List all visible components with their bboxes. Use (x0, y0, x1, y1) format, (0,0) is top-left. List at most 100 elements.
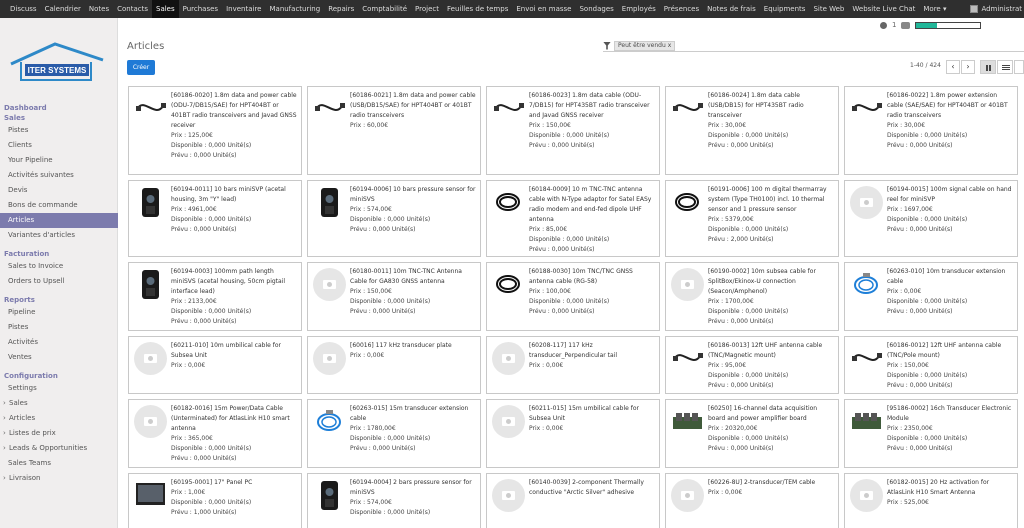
sidebar-item-pistes[interactable]: Pistes (0, 320, 118, 335)
menu-item-comptabilit[interactable]: Comptabilité (358, 0, 411, 18)
product-card[interactable]: [60186-0021] 1.8m data and power cable (… (307, 86, 481, 175)
menu-item-equipments[interactable]: Equipments (760, 0, 810, 18)
product-forecast: Prévu : 0,000 Unité(s) (887, 445, 953, 452)
menu-item-employ-s[interactable]: Employés (618, 0, 660, 18)
sidebar-item-devis[interactable]: Devis (0, 183, 118, 198)
close-icon[interactable]: x (668, 41, 672, 50)
sidebar-item-ventes[interactable]: Ventes (0, 350, 118, 365)
sidebar-item-activit-s[interactable]: Activités (0, 335, 118, 350)
sidebar-item-livraison[interactable]: Livraison (0, 471, 118, 486)
product-price: Prix : 1700,00€ (708, 298, 754, 305)
create-button[interactable]: Créer (127, 60, 155, 75)
menu-item-feuilles-de-temps[interactable]: Feuilles de temps (443, 0, 512, 18)
menu-item-sondages[interactable]: Sondages (575, 0, 617, 18)
product-card[interactable]: [60186-0024] 1.8m data cable (USB/DB15) … (665, 86, 839, 175)
product-card[interactable]: [60194-0011] 10 bars miniSVP (acetal hou… (128, 180, 302, 257)
cable-icon (313, 92, 346, 125)
menu-item-repairs[interactable]: Repairs (324, 0, 358, 18)
pager-next-button[interactable]: › (961, 60, 975, 74)
sidebar-item-sales[interactable]: Sales (0, 396, 118, 411)
company-logo[interactable]: ITER SYSTEMS (7, 40, 107, 85)
product-card[interactable]: [60226-8U] 2-transducer/TEM cable Prix : … (665, 473, 839, 528)
menu-item-notes[interactable]: Notes (85, 0, 113, 18)
search-bar[interactable]: Peut être vendu x (603, 40, 1024, 52)
product-card[interactable]: [60263-015] 15m transducer extension cab… (307, 399, 481, 468)
menu-item-website-live-chat[interactable]: Website Live Chat (848, 0, 919, 18)
sidebar-item-articles[interactable]: Articles (0, 213, 118, 228)
sidebar-item-bons-de-commande[interactable]: Bons de commande (0, 198, 118, 213)
sidebar-item-pistes[interactable]: Pistes (0, 123, 118, 138)
product-card[interactable]: [60186-0013] 12ft UHF antenna cable (TNC… (665, 336, 839, 394)
product-card[interactable]: [60190-0002] 10m subsea cable for SplitB… (665, 262, 839, 331)
pager-prev-button[interactable]: ‹ (946, 60, 960, 74)
sidebar-item-orders-to-upsell[interactable]: Orders to Upsell (0, 274, 118, 289)
product-card[interactable]: [60186-0022] 1.8m power extension cable … (844, 86, 1018, 175)
menu-item-manufacturing[interactable]: Manufacturing (265, 0, 324, 18)
product-card[interactable]: [60194-0003] 100mm path length miniSVS (… (128, 262, 302, 331)
more-view-button[interactable] (1014, 60, 1024, 74)
sidebar-item-sales-teams[interactable]: Sales Teams (0, 456, 118, 471)
menu-item-discuss[interactable]: Discuss (6, 0, 41, 18)
sidebar-item-pipeline[interactable]: Pipeline (0, 305, 118, 320)
sidebar-item-leads-opportunities[interactable]: Leads & Opportunities (0, 441, 118, 456)
product-card[interactable]: [60250] 16-channel data acquisition boar… (665, 399, 839, 468)
product-card[interactable]: [60184-0009] 10 m TNC-TNC antenna cable … (486, 180, 660, 257)
menu-item-envoi-en-masse[interactable]: Envoi en masse (512, 0, 575, 18)
product-card[interactable]: [60140-0039] 2-component Thermally condu… (486, 473, 660, 528)
product-card[interactable]: [60182-0016] 15m Power/Data Cable (Unter… (128, 399, 302, 468)
sidebar-section-dashboard[interactable]: Dashboard (0, 103, 118, 113)
menu-item-calendrier[interactable]: Calendrier (41, 0, 85, 18)
product-card[interactable]: [60208-117] 117 kHz transducer_Perpendic… (486, 336, 660, 394)
product-card[interactable]: [60195-0001] 17" Panel PC Prix : 1,00€ Dis… (128, 473, 302, 528)
product-price: Prix : 1,00€ (171, 489, 206, 496)
kanban-view-button[interactable] (980, 60, 996, 74)
product-card[interactable]: [60194-0015] 100m signal cable on hand r… (844, 180, 1018, 257)
user-menu[interactable]: Administrat (970, 5, 1022, 13)
product-card[interactable]: [60194-0004] 2 bars pressure sensor for … (307, 473, 481, 528)
product-card[interactable]: [60263-010] 10m transducer extension cab… (844, 262, 1018, 331)
product-card[interactable]: [95186-0002] 16ch Transducer Electronic … (844, 399, 1018, 468)
product-card[interactable]: [60186-0012] 12ft UHF antenna cable (TNC… (844, 336, 1018, 394)
sidebar-item-articles[interactable]: Articles (0, 411, 118, 426)
sidebar-item-listes-de-prix[interactable]: Listes de prix (0, 426, 118, 441)
product-name: [60180-0011] 10m TNC-TNC Antenna Cable f… (350, 268, 462, 285)
product-card[interactable]: [60211-015] 15m umbilical cable for Subs… (486, 399, 660, 468)
chat-icon[interactable] (901, 21, 911, 29)
sidebar-item-variantes-d-articles[interactable]: Variantes d'articles (0, 228, 118, 243)
product-card[interactable]: [60191-0006] 100 m digital thermarray sy… (665, 180, 839, 257)
product-card[interactable]: [60188-0030] 10m TNC/TNC GNSS antenna ca… (486, 262, 660, 331)
menu-item-contacts[interactable]: Contacts (113, 0, 152, 18)
cable-icon (671, 342, 704, 375)
sidebar-item-activit-s-suivantes[interactable]: Activités suivantes (0, 168, 118, 183)
product-card[interactable]: [60016] 117 kHz transducer plate Prix : 0… (307, 336, 481, 394)
pager-value[interactable]: 1-40 / 424 (910, 62, 941, 69)
menu-item-project[interactable]: Project (411, 0, 443, 18)
product-available: Disponible : 0,000 Unité(s) (171, 499, 252, 506)
sidebar-item-clients[interactable]: Clients (0, 138, 118, 153)
sidebar-item-your-pipeline[interactable]: Your Pipeline (0, 153, 118, 168)
sidebar-section-facturation: Facturation (4, 250, 50, 258)
product-card[interactable]: [60182-0015] 20 Hz activation for AtlasL… (844, 473, 1018, 528)
product-card[interactable]: [60194-0006] 10 bars pressure sensor for… (307, 180, 481, 257)
menu-item-sales[interactable]: Sales (152, 0, 179, 18)
menu-item-pr-sences[interactable]: Présences (660, 0, 703, 18)
product-card[interactable]: [60186-0020] 1.8m data and power cable (… (128, 86, 302, 175)
product-forecast: Prévu : 0,000 Unité(s) (350, 226, 416, 233)
product-price: Prix : 30,00€ (708, 122, 747, 129)
product-card[interactable]: [60186-0023] 1.8m data cable (ODU-7/DB15… (486, 86, 660, 175)
list-view-button[interactable] (997, 60, 1013, 74)
menu-item-inventaire[interactable]: Inventaire (222, 0, 265, 18)
menu-item-notes-de-frais[interactable]: Notes de frais (703, 0, 760, 18)
product-name: [60263-010] 10m transducer extension cab… (887, 268, 1006, 285)
app-menu: Discuss Calendrier Notes Contacts Sales Purch… (0, 0, 950, 18)
sidebar-item-sales-to-invoice[interactable]: Sales to Invoice (0, 259, 118, 274)
product-card[interactable]: [60180-0011] 10m TNC-TNC Antenna Cable f… (307, 262, 481, 331)
menu-item-more[interactable]: More ▾ (919, 0, 950, 18)
activity-icon[interactable] (880, 21, 887, 29)
menu-item-site-web[interactable]: Site Web (809, 0, 848, 18)
placeholder-icon (850, 479, 883, 512)
product-card[interactable]: [60211-010] 10m umbilical cable for Subs… (128, 336, 302, 394)
search-facet[interactable]: Peut être vendu x (614, 40, 676, 51)
menu-item-purchases[interactable]: Purchases (179, 0, 222, 18)
sidebar-item-settings[interactable]: Settings (0, 381, 118, 396)
